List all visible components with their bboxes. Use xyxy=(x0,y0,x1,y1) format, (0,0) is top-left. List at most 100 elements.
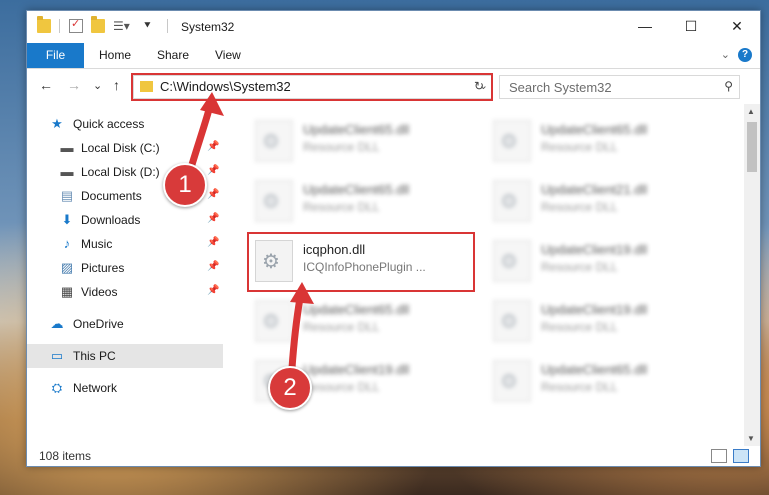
sidebar-item-label: Local Disk (C:) xyxy=(81,141,160,155)
file-type: Resource DLL xyxy=(303,380,380,394)
file-type: Resource DLL xyxy=(541,200,618,214)
file-item[interactable]: UpdateClient65.dll Resource DLL xyxy=(247,176,477,226)
dll-file-icon xyxy=(255,300,293,342)
item-count: 108 items xyxy=(39,449,92,463)
scroll-up-icon[interactable]: ▲ xyxy=(747,107,755,116)
star-icon: ★ xyxy=(51,116,63,131)
scrollbar-thumb[interactable] xyxy=(747,122,757,172)
details-view-icon[interactable] xyxy=(711,449,727,463)
sidebar-item-label: Local Disk (D:) xyxy=(81,165,160,179)
divider xyxy=(59,19,60,33)
sidebar-item-local-disk-c[interactable]: ▬ Local Disk (C:) 📌 xyxy=(27,136,223,160)
file-type: Resource DLL xyxy=(541,380,618,394)
dll-file-icon xyxy=(493,240,531,282)
sidebar-item-downloads[interactable]: ⬇ Downloads 📌 xyxy=(27,208,223,232)
explorer-window: ✓ ☰▾ ⯆ System32 — ☐ ✕ File Home Share Vi… xyxy=(26,10,761,467)
navigation-pane: ★ Quick access ▬ Local Disk (C:) 📌 ▬ Loc… xyxy=(27,104,223,446)
status-bar: 108 items xyxy=(27,446,760,466)
title-bar: ✓ ☰▾ ⯆ System32 — ☐ ✕ xyxy=(27,11,760,43)
step-1-badge: 1 xyxy=(163,163,207,207)
pc-icon: ▭ xyxy=(50,348,64,363)
ribbon-tabs: File Home Share View ⌄ ? xyxy=(27,43,760,69)
pin-icon: 📌 xyxy=(207,261,220,272)
network-icon: ⛭ xyxy=(51,380,63,395)
window-title: System32 xyxy=(181,20,235,34)
file-name: UpdateClient65.dll xyxy=(541,362,648,377)
new-folder-icon[interactable] xyxy=(91,16,105,33)
pin-icon: 📌 xyxy=(207,285,220,296)
pin-icon: 📌 xyxy=(207,165,220,176)
drive-icon: ▬ xyxy=(60,140,74,155)
navigation-bar: ← → ⌄ ↑ C:\Windows\System32 ⌄ ↻ Search S… xyxy=(27,68,760,104)
search-input[interactable]: Search System32 xyxy=(509,80,612,95)
folder-icon xyxy=(37,16,51,33)
sidebar-item-quick-access[interactable]: ★ Quick access xyxy=(27,112,223,136)
file-highlight-box xyxy=(247,232,475,292)
sidebar-item-onedrive[interactable]: ☁ OneDrive xyxy=(27,312,223,336)
dll-file-icon xyxy=(493,180,531,222)
sidebar-item-label: Documents xyxy=(81,189,142,203)
properties-icon[interactable]: ✓ xyxy=(69,18,83,33)
quick-access-dropdown-icon[interactable]: ⯆ xyxy=(143,19,157,33)
sidebar-item-label: Pictures xyxy=(81,261,125,275)
dll-file-icon xyxy=(255,120,293,162)
file-item[interactable]: UpdateClient65.dll Resource DLL xyxy=(247,296,477,346)
dll-file-icon xyxy=(493,300,531,342)
search-icon: ⚲ xyxy=(724,79,733,93)
downloads-icon: ⬇ xyxy=(61,212,73,227)
pin-icon: 📌 xyxy=(207,141,220,152)
recent-locations-button[interactable]: ⌄ xyxy=(93,79,102,92)
videos-icon: ▦ xyxy=(60,284,74,299)
file-type: Resource DLL xyxy=(303,200,380,214)
tab-home[interactable]: Home xyxy=(87,43,143,68)
sidebar-item-music[interactable]: ♪ Music 📌 xyxy=(27,232,223,256)
file-item[interactable]: UpdateClient65.dll Resource DLL xyxy=(247,116,477,166)
file-item[interactable]: UpdateClient19.dll Resource DLL xyxy=(485,296,715,346)
help-icon[interactable]: ? xyxy=(738,48,752,62)
sidebar-item-videos[interactable]: ▦ Videos 📌 xyxy=(27,280,223,304)
sidebar-item-network[interactable]: ⛭ Network xyxy=(27,376,223,400)
sidebar-item-label: OneDrive xyxy=(73,317,124,331)
file-type: Resource DLL xyxy=(541,320,618,334)
file-type: Resource DLL xyxy=(303,140,380,154)
sidebar-item-label: Music xyxy=(81,237,113,251)
vertical-scrollbar[interactable]: ▲ ▼ xyxy=(744,104,760,446)
file-item[interactable]: UpdateClient65.dll Resource DLL xyxy=(485,116,715,166)
address-highlight-box xyxy=(131,73,493,101)
music-icon: ♪ xyxy=(63,236,71,251)
large-icons-view-icon[interactable] xyxy=(733,449,749,463)
divider xyxy=(167,19,168,33)
tab-share[interactable]: Share xyxy=(145,43,201,68)
minimize-button[interactable]: — xyxy=(622,11,668,43)
file-type: Resource DLL xyxy=(303,320,380,334)
maximize-button[interactable]: ☐ xyxy=(668,11,714,43)
pictures-icon: ▨ xyxy=(60,260,74,275)
sidebar-item-label: Downloads xyxy=(81,213,141,227)
tab-file[interactable]: File xyxy=(27,43,84,68)
pin-icon: 📌 xyxy=(207,237,220,248)
dll-file-icon xyxy=(493,360,531,402)
pin-icon: 📌 xyxy=(207,189,220,200)
expand-ribbon-icon[interactable]: ⌄ xyxy=(721,48,730,61)
back-button[interactable]: ← xyxy=(39,77,53,93)
up-button[interactable]: ↑ xyxy=(113,77,120,93)
step-2-badge: 2 xyxy=(268,366,312,410)
file-name: UpdateClient65.dll xyxy=(303,122,410,137)
customize-toolbar-icon[interactable]: ☰▾ xyxy=(113,19,130,33)
close-button[interactable]: ✕ xyxy=(714,11,760,43)
sidebar-item-pictures[interactable]: ▨ Pictures 📌 xyxy=(27,256,223,280)
file-item[interactable]: UpdateClient21.dll Resource DLL xyxy=(485,176,715,226)
sidebar-item-this-pc[interactable]: ▭ This PC xyxy=(27,344,223,368)
file-item[interactable]: UpdateClient65.dll Resource DLL xyxy=(485,356,715,406)
file-name: UpdateClient19.dll xyxy=(541,302,648,317)
scroll-down-icon[interactable]: ▼ xyxy=(747,434,755,443)
pin-icon: 📌 xyxy=(207,213,220,224)
forward-button[interactable]: → xyxy=(67,77,81,93)
file-name: UpdateClient65.dll xyxy=(541,122,648,137)
sidebar-item-label: This PC xyxy=(73,349,116,363)
search-box[interactable]: Search System32 ⚲ xyxy=(499,75,740,99)
file-item[interactable]: UpdateClient19.dll Resource DLL xyxy=(485,236,715,286)
dll-file-icon xyxy=(255,180,293,222)
tab-view[interactable]: View xyxy=(203,43,253,68)
sidebar-item-label: Videos xyxy=(81,285,118,299)
